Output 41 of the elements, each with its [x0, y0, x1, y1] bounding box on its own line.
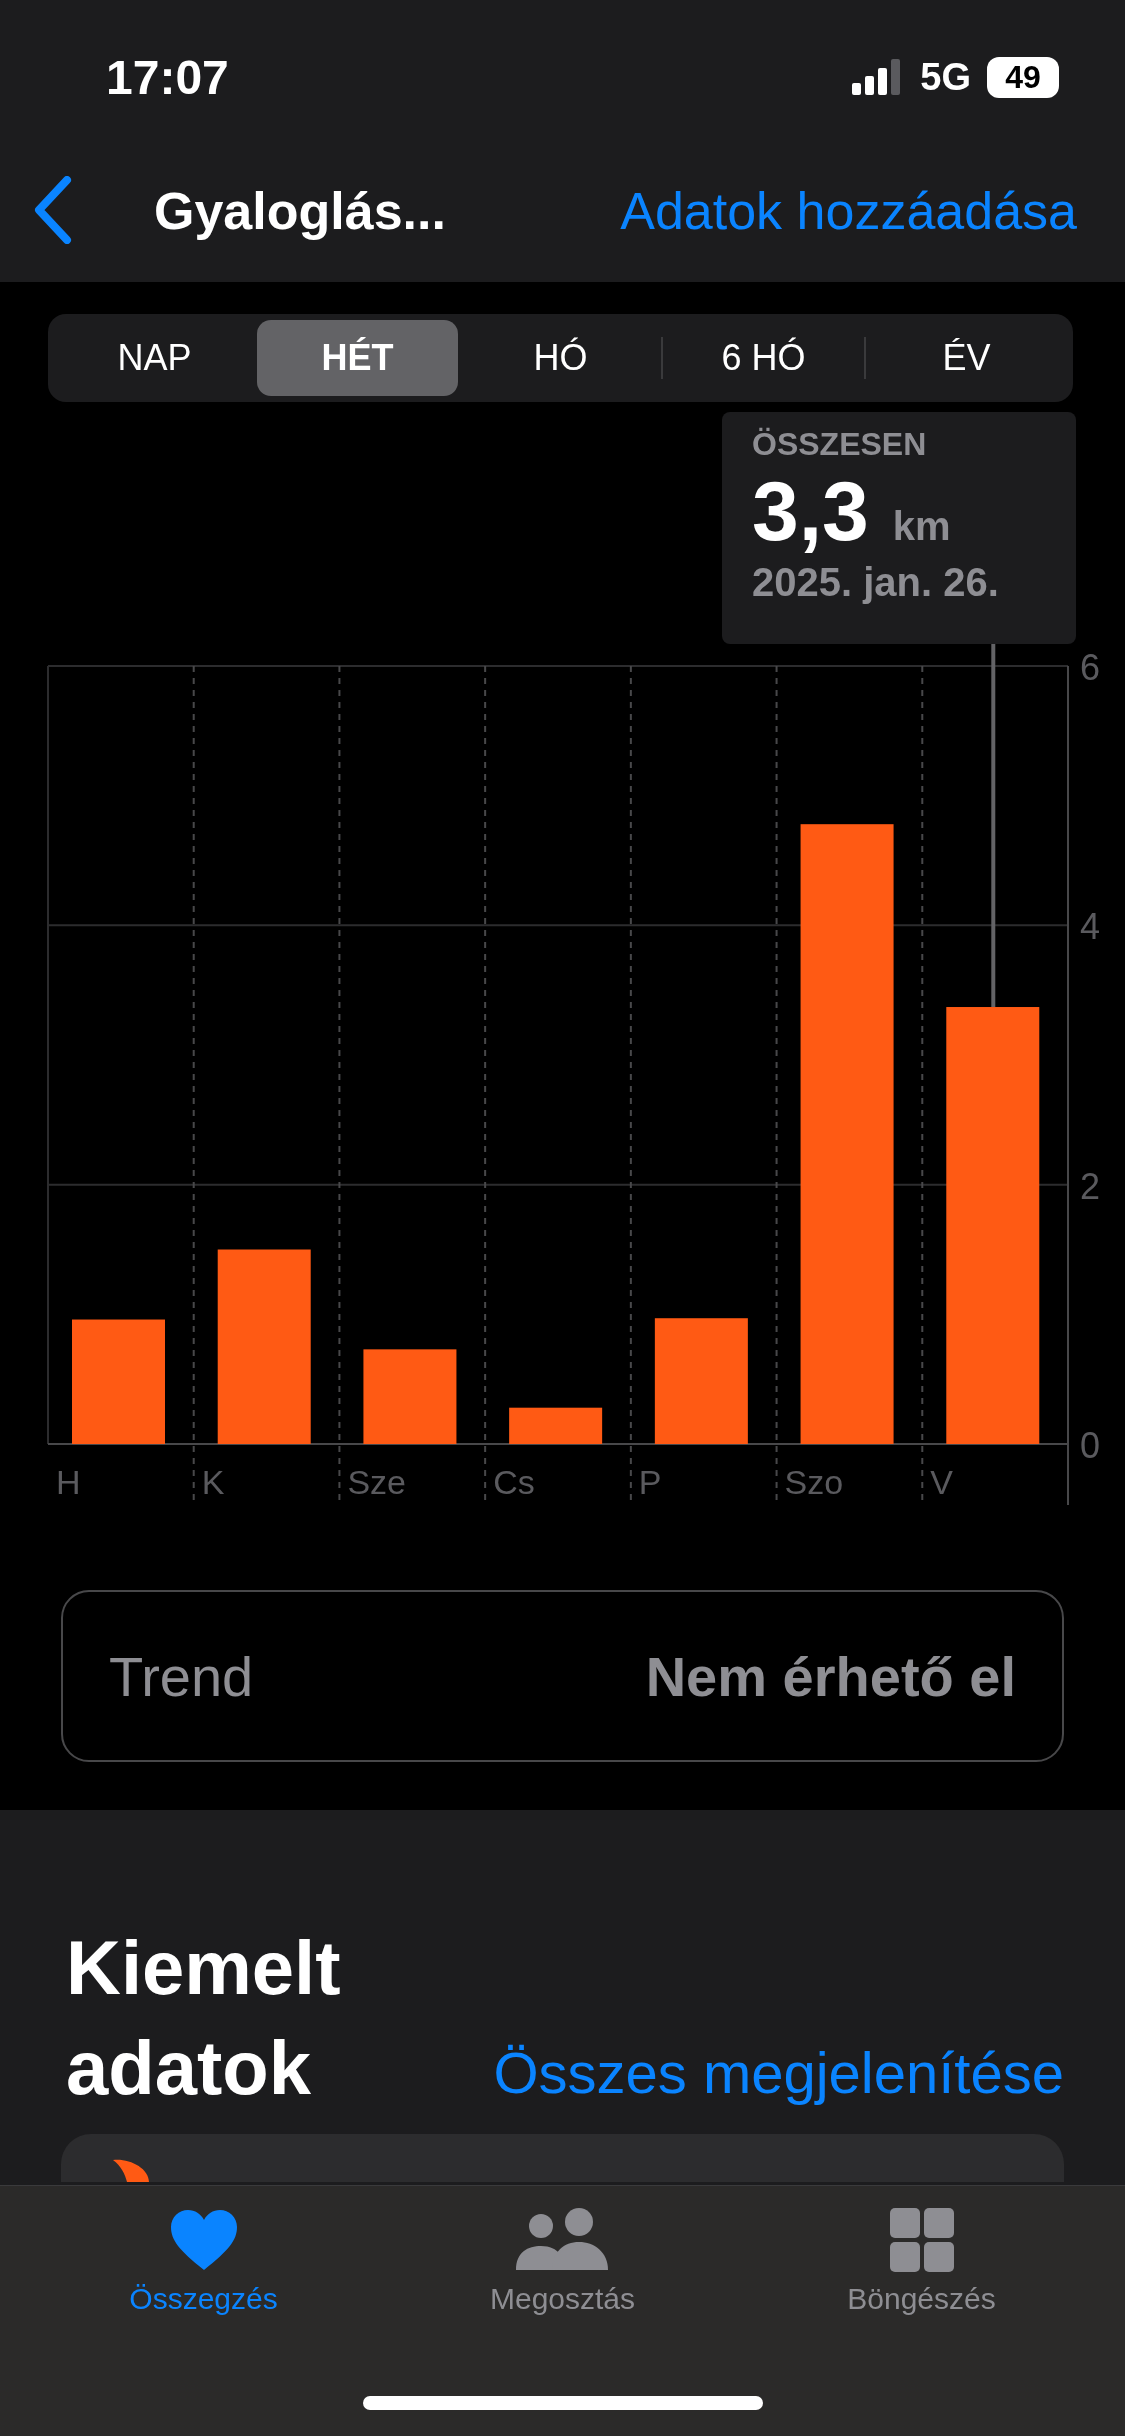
- tab-bar-item[interactable]: Összegzés: [24, 2186, 383, 2336]
- period-tab[interactable]: HÉT: [257, 320, 458, 396]
- y-axis-label: 4: [1080, 906, 1101, 948]
- section-heading: Kiemelt adatok: [66, 1924, 342, 2112]
- bar[interactable]: [800, 824, 894, 1444]
- period-tab[interactable]: NAP: [54, 320, 255, 396]
- battery-indicator: 49: [987, 56, 1059, 98]
- network-label: 5G: [920, 55, 971, 99]
- period-tab[interactable]: 6 HÓ: [663, 320, 864, 396]
- show-all-link[interactable]: Összes megjelenítése: [493, 2039, 1064, 2106]
- y-axis-label: 2: [1080, 1165, 1101, 1207]
- x-axis-label: Sze: [347, 1463, 406, 1501]
- bar[interactable]: [509, 1407, 603, 1444]
- page-title: Gyaloglás...: [154, 181, 446, 241]
- trend-label: Trend: [109, 1643, 254, 1709]
- x-axis-label: V: [930, 1463, 953, 1501]
- highlight-card[interactable]: [61, 2134, 1064, 2182]
- tooltip-value: 3,3: [752, 463, 869, 560]
- trend-value: Nem érhető el: [645, 1643, 1016, 1709]
- x-axis-label: P: [638, 1463, 662, 1501]
- flame-icon: [111, 2158, 151, 2182]
- trend-card[interactable]: Trend Nem érhető el: [61, 1590, 1064, 1762]
- period-tab[interactable]: HÓ: [460, 320, 661, 396]
- tab-bar-item[interactable]: Megosztás: [383, 2186, 742, 2336]
- tooltip-unit: km: [892, 504, 951, 549]
- x-axis-label: K: [201, 1463, 225, 1501]
- x-axis-label: Szo: [784, 1463, 844, 1501]
- bar[interactable]: [363, 1349, 457, 1444]
- heart-icon: [168, 2208, 239, 2272]
- y-axis-label: 0: [1080, 1425, 1101, 1466]
- tooltip-label: ÖSSZESEN: [752, 426, 928, 463]
- x-axis-label: Cs: [493, 1463, 535, 1501]
- period-tab[interactable]: ÉV: [866, 320, 1067, 396]
- y-axis-label: 6: [1080, 647, 1101, 688]
- add-data-link[interactable]: Adatok hozzáadása: [620, 181, 1077, 241]
- tooltip-date: 2025. jan. 26.: [752, 560, 1000, 605]
- tab-bar-item[interactable]: Böngészés: [742, 2186, 1101, 2336]
- grid-icon: [889, 2208, 954, 2272]
- x-axis-label: H: [56, 1463, 81, 1501]
- people-icon: [515, 2208, 610, 2272]
- status-time: 17:07: [106, 49, 229, 105]
